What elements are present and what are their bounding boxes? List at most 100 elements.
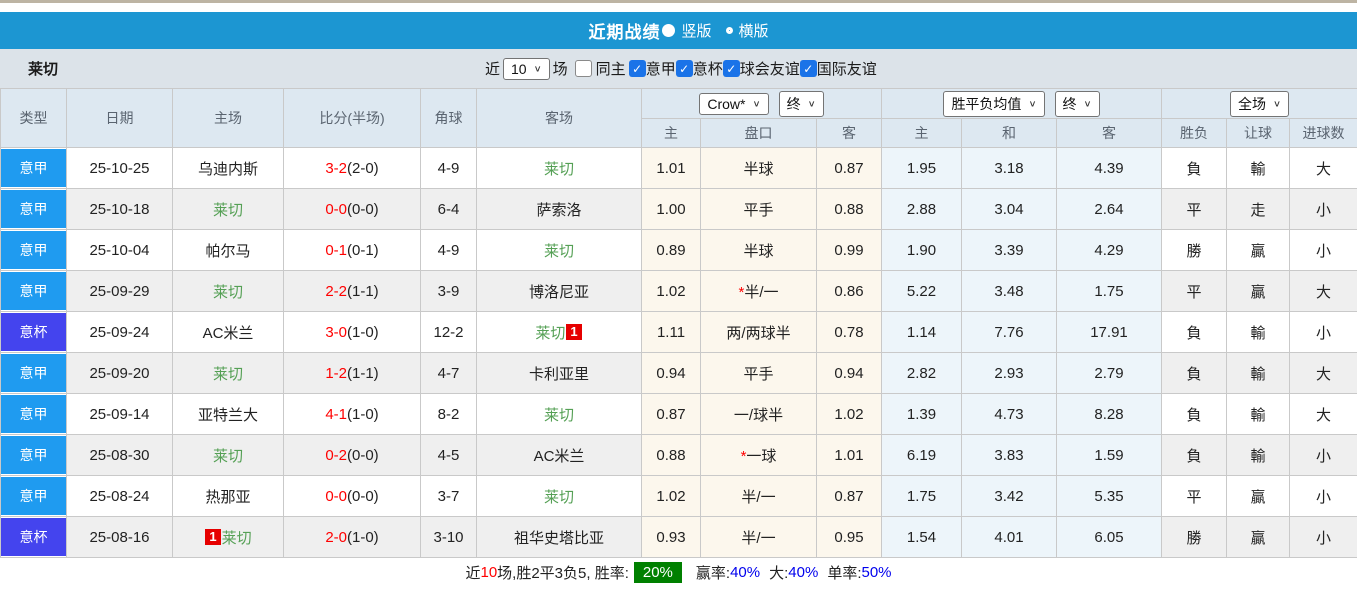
full-time-score: 4-1 [325, 405, 347, 423]
home-team[interactable]: 乌迪内斯 [172, 147, 284, 189]
odds-away: 0.95 [816, 516, 882, 558]
result-goals: 小 [1288, 229, 1357, 271]
corner-score: 4-9 [420, 147, 477, 189]
league-checkbox-0[interactable]: ✓ [628, 60, 646, 77]
league-type: 意甲 [0, 188, 67, 230]
league-checkbox-3[interactable]: ✓ [799, 60, 817, 77]
column-header-4: 角球 [420, 88, 477, 148]
away-team-name[interactable]: 萨索洛 [536, 202, 581, 219]
result-handicap: 走 [1226, 188, 1290, 230]
league-checkbox-label-3[interactable]: 国际友谊 [817, 58, 877, 79]
away-team[interactable]: 莱切 1 [476, 311, 642, 353]
result-wdl: 平 [1161, 188, 1227, 230]
corner-score: 3-9 [420, 270, 477, 312]
match-score: 1-2(1-1) [283, 352, 421, 394]
avg-type-select[interactable]: 胜平负均值 ∨ [943, 90, 1045, 117]
home-team[interactable]: 莱切 [172, 270, 284, 312]
table-row: 意杯 25-08-16 1 莱切 2-0(1-0) 3-10 祖华史塔比亚 0.93 半/一 0.… [0, 516, 1357, 558]
away-team[interactable]: 博洛尼亚 [476, 270, 642, 312]
league-checkbox-label-2[interactable]: 球会友谊 [740, 58, 800, 79]
corner-score: 3-7 [420, 475, 477, 517]
league-checkbox-label-1[interactable]: 意杯 [693, 58, 723, 79]
away-team[interactable]: 莱切 [476, 393, 642, 435]
home-team-name[interactable]: 帕尔马 [205, 243, 250, 260]
vertical-layout-radio[interactable] [662, 24, 676, 37]
home-team[interactable]: AC米兰 [172, 311, 284, 353]
avg-type-select-value: 胜平负均值 [951, 95, 1022, 112]
away-team-name[interactable]: 莱切 [544, 161, 574, 178]
away-team-name[interactable]: 祖华史塔比亚 [514, 530, 604, 547]
home-team[interactable]: 莱切 [172, 352, 284, 394]
odds-away: 0.86 [816, 270, 882, 312]
away-team-name[interactable]: 卡利亚里 [529, 366, 589, 383]
home-team-name[interactable]: 莱切 [213, 202, 243, 219]
avg-away: 4.29 [1056, 229, 1162, 271]
home-team-name[interactable]: 莱切 [213, 366, 243, 383]
half-time-score: (1-1) [347, 282, 379, 300]
result-handicap: 輸 [1226, 147, 1290, 189]
away-team-name[interactable]: 莱切 [544, 243, 574, 260]
away-team-name[interactable]: AC米兰 [534, 448, 585, 465]
home-team-name[interactable]: 莱切 [213, 284, 243, 301]
league-type: 意杯 [0, 516, 67, 558]
home-team-name[interactable]: AC米兰 [203, 325, 254, 342]
away-team-name[interactable]: 莱切 [544, 407, 574, 424]
league-checkbox-1[interactable]: ✓ [675, 60, 693, 77]
avg-away: 1.59 [1056, 434, 1162, 476]
matches-label: 场 [552, 61, 568, 78]
league-type: 意甲 [0, 270, 67, 312]
full-time-score: 2-2 [325, 282, 347, 300]
full-time-score: 3-2 [325, 159, 347, 177]
away-team[interactable]: 莱切 [476, 147, 642, 189]
away-team[interactable]: 萨索洛 [476, 188, 642, 230]
avg-draw: 2.93 [961, 352, 1057, 394]
column-header-2: 主场 [172, 88, 284, 148]
half-time-score: (0-0) [347, 487, 379, 505]
same-home-checkbox[interactable] [574, 60, 592, 77]
home-team[interactable]: 帕尔马 [172, 229, 284, 271]
horizontal-layout-label[interactable]: 横版 [739, 20, 769, 41]
odds-time-select[interactable]: 终 ∨ [778, 90, 824, 117]
odds-away: 0.87 [816, 147, 882, 189]
match-count-select[interactable]: 10 ∨ [503, 57, 550, 80]
away-team-name[interactable]: 莱切 [535, 325, 565, 342]
result-wdl: 負 [1161, 147, 1227, 189]
scope-select[interactable]: 全场 ∨ [1229, 90, 1290, 117]
single-rate-label: 单率: [827, 565, 862, 582]
away-team-name[interactable]: 莱切 [544, 489, 574, 506]
away-team[interactable]: 祖华史塔比亚 [476, 516, 642, 558]
result-handicap: 輸 [1226, 311, 1290, 353]
home-team-name[interactable]: 亚特兰大 [198, 407, 258, 424]
home-team[interactable]: 莱切 [172, 434, 284, 476]
half-time-score: (1-0) [347, 405, 379, 423]
avg-time-select[interactable]: 终 ∨ [1054, 90, 1100, 117]
home-team[interactable]: 莱切 [172, 188, 284, 230]
bookmaker-select[interactable]: Crow* ∨ [699, 92, 769, 115]
away-team[interactable]: 莱切 [476, 229, 642, 271]
same-home-label[interactable]: 同主 [596, 58, 626, 79]
home-team[interactable]: 热那亚 [172, 475, 284, 517]
near-label: 近 [485, 61, 501, 78]
avg-home: 2.88 [881, 188, 962, 230]
bookmaker-select-value: Crow* [707, 95, 746, 112]
league-checkbox-2[interactable]: ✓ [722, 60, 740, 77]
home-team-name[interactable]: 乌迪内斯 [198, 161, 258, 178]
home-team-name[interactable]: 莱切 [222, 530, 252, 547]
result-goals: 小 [1288, 188, 1357, 230]
league-checkbox-label-0[interactable]: 意甲 [646, 58, 676, 79]
away-team-name[interactable]: 博洛尼亚 [529, 284, 589, 301]
chevron-down-icon: ∨ [1028, 99, 1037, 109]
home-team[interactable]: 1 莱切 [172, 516, 284, 558]
away-team[interactable]: 卡利亚里 [476, 352, 642, 394]
match-score: 3-2(2-0) [283, 147, 421, 189]
away-team[interactable]: AC米兰 [476, 434, 642, 476]
horizontal-layout-radio[interactable] [725, 27, 733, 34]
avg-draw: 7.76 [961, 311, 1057, 353]
away-team[interactable]: 莱切 [476, 475, 642, 517]
avg-away: 6.05 [1056, 516, 1162, 558]
home-team-name[interactable]: 热那亚 [205, 489, 250, 506]
vertical-layout-label[interactable]: 竖版 [681, 20, 711, 41]
home-team[interactable]: 亚特兰大 [172, 393, 284, 435]
home-team-name[interactable]: 莱切 [213, 448, 243, 465]
chevron-down-icon: ∨ [807, 99, 816, 109]
